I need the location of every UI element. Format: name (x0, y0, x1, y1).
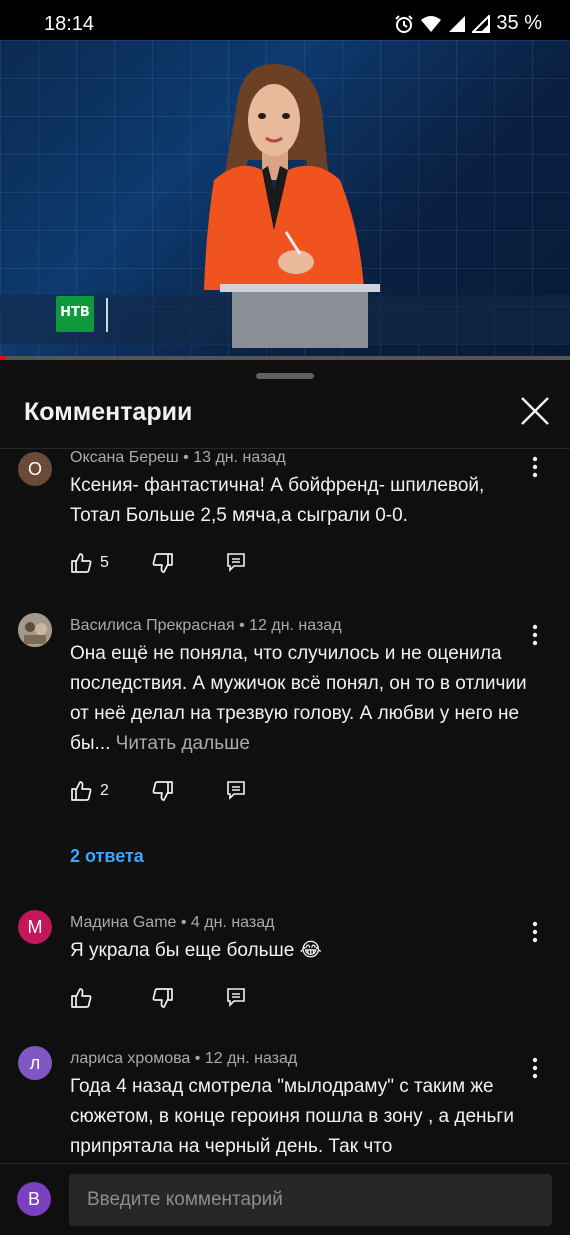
dislike-button[interactable] (152, 987, 174, 1009)
thumb-down-icon (152, 988, 173, 1008)
comment-more-button[interactable] (524, 454, 546, 480)
channel-logo: НТВ (56, 296, 94, 332)
video-player[interactable]: НТВ (0, 40, 570, 360)
comment-more-button[interactable] (524, 919, 546, 945)
close-icon (521, 397, 549, 425)
more-vertical-icon (532, 456, 538, 478)
more-vertical-icon (532, 624, 538, 646)
thumb-down-icon (152, 553, 173, 573)
thumb-up-icon (71, 988, 92, 1008)
battery-percent: 35 % (496, 12, 542, 34)
reply-button[interactable] (226, 780, 246, 800)
reply-icon (227, 988, 245, 1007)
comment-text: Я украла бы еще больше 😂 (70, 940, 322, 961)
like-button[interactable] (70, 987, 92, 1009)
comments-list[interactable]: О Оксана Береш • 13 дн. назад Ксения- фа… (0, 449, 570, 1163)
reply-icon (227, 781, 245, 800)
close-button[interactable] (518, 394, 552, 428)
comment-text: Ксения- фантастична! А бойфренд- шпилево… (70, 475, 485, 526)
like-count: 5 (100, 554, 109, 571)
comment-meta: лариса хромова • 12 дн. назад (70, 1050, 298, 1067)
view-replies-link[interactable]: 2 ответа (70, 846, 144, 867)
reply-button[interactable] (226, 552, 246, 572)
video-progress-bar[interactable] (0, 356, 570, 360)
video-progress-fill (0, 356, 5, 360)
dislike-button[interactable] (152, 780, 174, 802)
comment-more-button[interactable] (524, 622, 546, 648)
status-icons: 35 % (394, 12, 542, 35)
comments-title: Комментарии (24, 398, 193, 426)
user-avatar[interactable]: В (17, 1182, 51, 1216)
more-vertical-icon (532, 921, 538, 943)
comment-input[interactable] (69, 1174, 552, 1226)
signal-icon (448, 15, 466, 33)
alarm-icon (394, 14, 414, 34)
wifi-icon (420, 15, 442, 33)
comment-text: Она ещё не поняла, что случилось и не оц… (70, 643, 527, 754)
thumb-up-icon (71, 553, 92, 573)
like-count: 2 (100, 782, 109, 799)
status-time: 18:14 (44, 13, 95, 35)
comments-sheet: Комментарии О Оксана Береш • 13 дн. наза… (0, 362, 570, 1235)
thumb-down-icon (152, 781, 173, 801)
reply-button[interactable] (226, 987, 246, 1007)
avatar-photo (18, 613, 52, 647)
more-vertical-icon (532, 1057, 538, 1079)
avatar[interactable]: О (18, 452, 52, 486)
comment-meta: Василиса Прекрасная • 12 дн. назад (70, 617, 342, 634)
signal-icon (472, 14, 491, 33)
comment-more-button[interactable] (524, 1055, 546, 1081)
avatar[interactable]: л (18, 1046, 52, 1080)
dislike-button[interactable] (152, 552, 174, 574)
read-more-link[interactable]: Читать дальше (116, 733, 250, 754)
drag-handle[interactable] (256, 373, 314, 379)
reply-icon (227, 553, 245, 572)
comment-meta: Мадина Game • 4 дн. назад (70, 914, 275, 931)
comment-meta: Оксана Береш • 13 дн. назад (70, 449, 286, 466)
avatar[interactable] (18, 613, 52, 647)
comment-text: Года 4 назад смотрела "мылодраму" с таки… (70, 1076, 514, 1157)
like-button[interactable]: 5 (70, 552, 109, 574)
status-bar: 18:14 35 % (0, 0, 570, 40)
thumb-up-icon (71, 781, 92, 801)
avatar[interactable]: М (18, 910, 52, 944)
like-button[interactable]: 2 (70, 780, 109, 802)
